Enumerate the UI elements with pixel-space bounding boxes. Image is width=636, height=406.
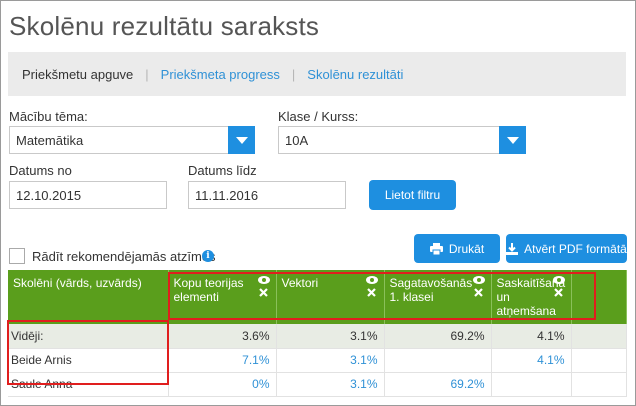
tab-student-results[interactable]: Skolēnu rezultāti bbox=[307, 67, 403, 82]
table-cell: 69.2% bbox=[384, 324, 492, 349]
table-cell: 3.1% bbox=[276, 324, 385, 349]
date-to-label: Datums līdz bbox=[188, 163, 257, 178]
student-name: Saule Anna bbox=[8, 372, 169, 397]
student-name: Beide Arnis bbox=[8, 348, 169, 373]
column-header-empty bbox=[571, 270, 627, 324]
print-button[interactable]: Drukāt bbox=[414, 234, 500, 263]
download-icon bbox=[506, 242, 519, 255]
class-select[interactable]: 10A bbox=[278, 126, 526, 154]
score-link[interactable]: 3.1% bbox=[276, 348, 385, 373]
table-row: Saule Anna 0% 3.1% 69.2% bbox=[8, 372, 627, 397]
table-cell: 4.1% bbox=[491, 324, 572, 349]
date-from-label: Datums no bbox=[9, 163, 72, 178]
subject-value: Matemātika bbox=[16, 132, 84, 148]
column-header-vectors: Vektori bbox=[276, 270, 385, 324]
column-header-add-subtract: Saskaitīšana un atņemšana bbox=[491, 270, 572, 324]
subject-select[interactable]: Matemātika bbox=[9, 126, 255, 154]
row-name: Vidēji: bbox=[8, 324, 169, 349]
open-pdf-label: Atvērt PDF formātā bbox=[524, 241, 627, 256]
table-cell bbox=[571, 348, 627, 373]
table-cell bbox=[571, 372, 627, 397]
apply-filter-button[interactable]: Lietot filtru bbox=[369, 180, 456, 210]
eye-icon[interactable] bbox=[552, 276, 565, 284]
class-label: Klase / Kurss: bbox=[278, 109, 359, 124]
table-row: Beide Arnis 7.1% 3.1% 4.1% bbox=[8, 348, 627, 373]
table-cell bbox=[571, 324, 627, 349]
apply-filter-label: Lietot filtru bbox=[384, 188, 441, 202]
score-link[interactable]: 0% bbox=[168, 372, 277, 397]
score-link[interactable] bbox=[491, 372, 572, 397]
nav-separator: | bbox=[145, 66, 149, 82]
score-link[interactable]: 7.1% bbox=[168, 348, 277, 373]
chevron-down-icon[interactable] bbox=[499, 126, 526, 154]
show-recommended-label: Rādīt rekomendējamās atzīmes bbox=[32, 249, 216, 264]
eye-icon[interactable] bbox=[472, 276, 485, 284]
tab-subject-progress[interactable]: Priekšmeta progress bbox=[161, 67, 280, 82]
score-link[interactable]: 4.1% bbox=[491, 348, 572, 373]
printer-icon bbox=[429, 242, 443, 255]
column-header-set-theory: Kopu teorijas elementi bbox=[168, 270, 277, 324]
eye-icon[interactable] bbox=[257, 276, 270, 284]
table-cell: 3.6% bbox=[168, 324, 277, 349]
column-header-students: Skolēni (vārds, uzvārds) bbox=[8, 270, 169, 324]
results-table: Skolēni (vārds, uzvārds) Kopu teorijas e… bbox=[8, 270, 627, 397]
close-icon[interactable] bbox=[474, 288, 483, 297]
tab-subject-mastery[interactable]: Priekšmetu apguve bbox=[22, 67, 133, 82]
subject-label: Mācību tēma: bbox=[9, 109, 88, 124]
nav-separator: | bbox=[291, 66, 296, 82]
info-icon[interactable]: i bbox=[202, 250, 214, 262]
date-from-value: 12.10.2015 bbox=[16, 187, 82, 203]
score-link[interactable]: 69.2% bbox=[384, 372, 492, 397]
date-to-value: 11.11.2016 bbox=[195, 187, 259, 203]
chevron-down-icon[interactable] bbox=[228, 126, 255, 154]
column-header-grade1-prep: Sagatavošanās 1. klasei bbox=[384, 270, 492, 324]
class-value: 10A bbox=[285, 132, 309, 148]
print-label: Drukāt bbox=[448, 241, 485, 256]
open-pdf-button[interactable]: Atvērt PDF formātā bbox=[506, 234, 627, 263]
page-title: Skolēnu rezultātu saraksts bbox=[9, 11, 320, 41]
score-link[interactable]: 3.1% bbox=[276, 372, 385, 397]
score-link[interactable] bbox=[384, 348, 492, 373]
show-recommended-checkbox[interactable] bbox=[9, 248, 25, 264]
date-from-input[interactable]: 12.10.2015 bbox=[9, 181, 167, 209]
date-to-input[interactable]: 11.11.2016 bbox=[188, 181, 346, 209]
table-header-row: Skolēni (vārds, uzvārds) Kopu teorijas e… bbox=[8, 270, 627, 324]
close-icon[interactable] bbox=[367, 288, 376, 297]
table-row-average: Vidēji: 3.6% 3.1% 69.2% 4.1% bbox=[8, 324, 627, 349]
close-icon[interactable] bbox=[554, 288, 563, 297]
close-icon[interactable] bbox=[259, 288, 268, 297]
sub-navigation: Priekšmetu apguve | Priekšmeta progress … bbox=[8, 52, 626, 96]
eye-icon[interactable] bbox=[365, 276, 378, 284]
